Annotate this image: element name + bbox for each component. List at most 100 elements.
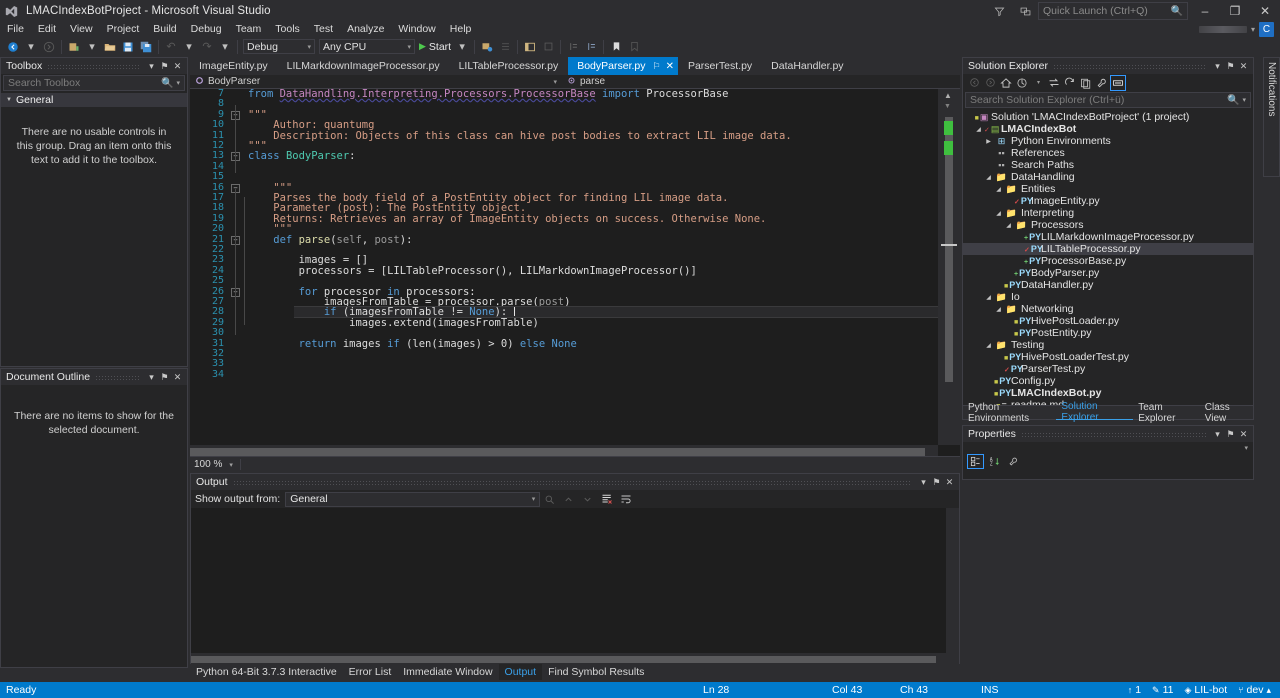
tree-item-datahandler-py[interactable]: ·■PYDataHandler.py (963, 279, 1253, 291)
quick-launch-input[interactable]: Quick Launch (Ctrl+Q) 🔍 (1038, 2, 1188, 20)
scroll-down-icon[interactable]: ▼ (944, 103, 951, 110)
output-h-thumb[interactable] (191, 656, 936, 663)
code-line[interactable]: 34 (190, 369, 938, 380)
tree-item-lilmarkdownimageprocessor-py[interactable]: ·+PYLILMarkdownImageProcessor.py (963, 231, 1253, 243)
account-area[interactable]: ▾ C (1198, 22, 1280, 37)
close-button[interactable]: ✕ (1250, 0, 1280, 22)
tree-item-hivepostloadertest-py[interactable]: ·■PYHivePostLoaderTest.py (963, 351, 1253, 363)
menu-item-window[interactable]: Window (391, 22, 442, 37)
status-unpushed-commits[interactable]: ↑ 1 (1125, 682, 1144, 698)
code-line[interactable]: 24 processors = [LILTableProcessor(), LI… (190, 265, 938, 276)
notifications-tool-tab[interactable]: Notifications (1263, 57, 1280, 177)
send-feedback-icon[interactable] (986, 0, 1012, 22)
pin-icon[interactable]: ⚑ (158, 59, 171, 73)
pin-icon[interactable]: ⚐ (653, 61, 661, 72)
tree-item-liltableprocessor-py[interactable]: ·✓PYLILTableProcessor.py (963, 243, 1253, 255)
document-tab-imageentity-py[interactable]: ImageEntity.py (190, 57, 278, 75)
solution-platform-dropdown[interactable]: Any CPU ▾ (319, 39, 415, 54)
horizontal-scroll-thumb[interactable] (190, 448, 925, 456)
code-line[interactable]: 29 images.extend(imagesFromTable) (190, 317, 938, 328)
properties-icon[interactable] (1094, 75, 1110, 91)
pending-changes-icon[interactable] (1014, 75, 1030, 91)
uncomment-selection-icon[interactable] (582, 38, 600, 56)
document-tab-liltableprocessor-py[interactable]: LILTableProcessor.py (449, 57, 569, 75)
clear-all-icon[interactable] (597, 491, 616, 508)
zoom-level-value[interactable]: 100 % (194, 459, 222, 470)
menu-item-test[interactable]: Test (307, 22, 340, 37)
avatar[interactable]: C (1259, 22, 1274, 37)
new-project-caret-icon[interactable]: ▾ (83, 38, 101, 56)
chevron-down-icon[interactable]: ▾ (1030, 75, 1046, 91)
code-line[interactable]: 15 (190, 171, 938, 182)
code-line[interactable]: 19 Returns: Retrieves an array of ImageE… (190, 213, 938, 224)
menu-item-tools[interactable]: Tools (268, 22, 307, 37)
code-line[interactable]: 32 (190, 348, 938, 359)
document-tab-lilmarkdownimageprocessor-py[interactable]: LILMarkdownImageProcessor.py (277, 57, 450, 75)
solution-explorer-search-input[interactable]: Search Solution Explorer (Ctrl+ü) 🔍 ▾ (965, 92, 1251, 108)
menu-item-build[interactable]: Build (146, 22, 183, 37)
restore-button[interactable]: ❐ (1220, 0, 1250, 22)
tree-item-imageentity-py[interactable]: ·✓PYImageEntity.py (963, 195, 1253, 207)
tree-item-python-environments[interactable]: ▶ ⊞ Python Environments (963, 135, 1253, 147)
new-project-button[interactable] (65, 38, 83, 56)
triangle-down-icon[interactable]: ◢ (983, 294, 994, 301)
bottom-tab-find-symbol-results[interactable]: Find Symbol Results (542, 664, 650, 680)
bookmark-icon[interactable] (607, 38, 625, 56)
refresh-icon[interactable] (1062, 75, 1078, 91)
tree-item-entities[interactable]: ◢ 📁 Entities (963, 183, 1253, 195)
triangle-down-icon[interactable]: ◢ (983, 342, 994, 349)
sync-with-active-document-icon[interactable] (1046, 75, 1062, 91)
show-output-from-dropdown[interactable]: General ▾ (285, 491, 541, 507)
chevron-down-icon[interactable]: ▾ (1211, 427, 1224, 441)
chevron-down-icon[interactable]: ▾ (1251, 25, 1255, 34)
pin-icon[interactable]: ⚑ (1224, 59, 1237, 73)
code-line[interactable]: 13−class BodyParser: (190, 150, 938, 161)
status-pending-changes[interactable]: ✎ 11 (1149, 682, 1176, 698)
home-icon[interactable] (998, 75, 1014, 91)
tree-item-postentity-py[interactable]: ·■PYPostEntity.py (963, 327, 1253, 339)
code-line[interactable]: 8 (190, 98, 938, 109)
code-line[interactable]: 28 if (imagesFromTable != None): (190, 306, 938, 319)
bottom-tab-python-64-bit-3-7-3-interactive[interactable]: Python 64-Bit 3.7.3 Interactive (190, 664, 343, 680)
close-icon[interactable]: ✕ (666, 61, 674, 72)
triangle-down-icon[interactable]: ◢ (993, 210, 1004, 217)
solution-configuration-dropdown[interactable]: Debug ▾ (243, 39, 315, 54)
menu-item-debug[interactable]: Debug (184, 22, 229, 37)
tree-item-lmacindexbot-py[interactable]: ·■PYLMACIndexBot.py (963, 387, 1253, 399)
code-line[interactable]: 14 (190, 161, 938, 172)
triangle-down-icon[interactable]: ◢ (983, 174, 994, 181)
chevron-down-icon[interactable]: ▾ (229, 461, 233, 469)
close-icon[interactable]: ✕ (1237, 59, 1250, 73)
tree-item-datahandling[interactable]: ◢ 📁 DataHandling (963, 171, 1253, 183)
pin-icon[interactable]: ⚑ (930, 475, 943, 489)
menu-item-file[interactable]: File (0, 22, 31, 37)
bottom-tab-immediate-window[interactable]: Immediate Window (397, 664, 498, 680)
tree-item-processors[interactable]: ◢ 📁 Processors (963, 219, 1253, 231)
show-all-files-icon[interactable] (1078, 75, 1094, 91)
tree-item-search-paths[interactable]: · ▪▪ Search Paths (963, 159, 1253, 171)
save-button[interactable] (119, 38, 137, 56)
close-icon[interactable]: ✕ (171, 59, 184, 73)
code-line[interactable]: 21− def parse(self, post): (190, 234, 938, 245)
tree-item-processorbase-py[interactable]: ·+PYProcessorBase.py (963, 255, 1253, 267)
solution-tool-tab-team-explorer[interactable]: Team Explorer (1133, 402, 1200, 424)
open-file-button[interactable] (101, 38, 119, 56)
status-branch[interactable]: ⑂ dev ▴ (1235, 682, 1274, 698)
document-tab-datahandler-py[interactable]: DataHandler.py (762, 57, 854, 75)
navigate-backward-button[interactable] (4, 38, 22, 56)
tree-item-config-py[interactable]: ·■PYConfig.py (963, 375, 1253, 387)
chevron-down-icon[interactable]: ▾ (917, 475, 930, 489)
toggle-word-wrap-icon[interactable] (616, 491, 635, 508)
menu-item-edit[interactable]: Edit (31, 22, 63, 37)
categorized-icon[interactable] (967, 454, 984, 469)
navbar-member-dropdown[interactable]: parse (562, 75, 960, 89)
start-caret-icon[interactable]: ▾ (453, 38, 471, 56)
triangle-down-icon[interactable]: ◢ (993, 186, 1004, 193)
minimize-button[interactable]: – (1190, 0, 1220, 22)
solution-tool-tab-solution-explorer[interactable]: Solution Explorer (1056, 401, 1134, 423)
chevron-down-icon[interactable]: ▾ (1242, 96, 1246, 104)
preview-selected-items-icon[interactable] (1110, 74, 1126, 91)
menu-item-help[interactable]: Help (443, 22, 479, 37)
menu-item-view[interactable]: View (63, 22, 100, 37)
alphabetical-icon[interactable]: AZ (986, 454, 1003, 469)
